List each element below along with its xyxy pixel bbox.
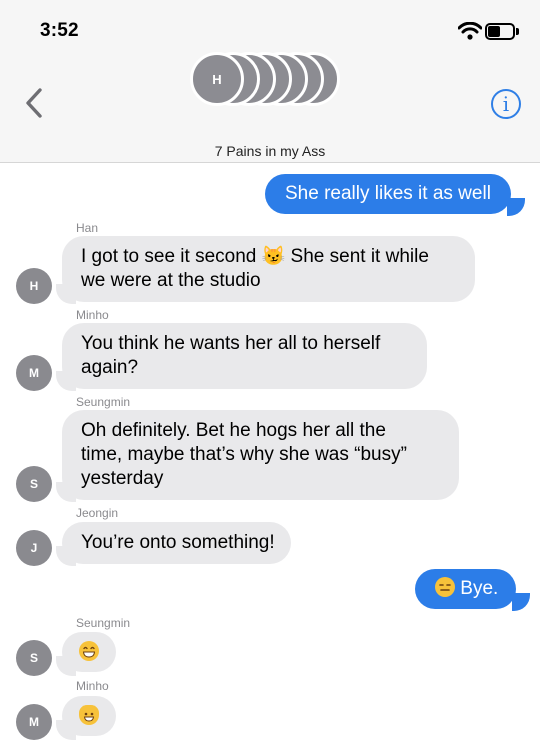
avatar[interactable]: S: [16, 640, 52, 676]
incoming-message[interactable]: You’re onto something!: [62, 522, 291, 564]
outgoing-message[interactable]: She really likes it as well: [265, 174, 511, 214]
wifi-icon: [458, 22, 482, 40]
sender-name: Jeongin: [76, 506, 119, 520]
incoming-message[interactable]: You think he wants her all to herself ag…: [62, 323, 427, 389]
message-line: Oh definitely. Bet he hogs her all the: [81, 420, 386, 441]
sender-name: Han: [76, 221, 99, 235]
message-line: we were at the studio: [81, 270, 261, 291]
info-button[interactable]: i: [491, 89, 521, 119]
battery-icon: [485, 23, 519, 40]
message-line: time, maybe that’s why she was “busy”: [81, 444, 407, 465]
grinning-face-icon: [79, 641, 99, 661]
message-line: yesterday: [81, 468, 164, 489]
message-text: Bye.: [460, 578, 499, 599]
avatar[interactable]: H: [16, 268, 52, 304]
group-avatar-stack[interactable]: H: [190, 52, 350, 106]
sender-name: Seungmin: [76, 395, 131, 409]
avatar[interactable]: M: [16, 704, 52, 740]
message-line: You think he wants her all to herself: [81, 333, 381, 354]
member-avatar-front: H: [190, 52, 244, 106]
outgoing-message[interactable]: Bye.: [415, 569, 517, 609]
message-line: again?: [81, 357, 139, 378]
incoming-emoji-message[interactable]: [62, 632, 116, 672]
expressionless-face-icon: [435, 577, 455, 597]
conversation-header: 3:52 i H 7 Pains in my Ass: [0, 0, 540, 163]
sender-name: Minho: [76, 308, 109, 322]
back-chevron-icon[interactable]: [22, 87, 46, 119]
sender-name: Minho: [76, 679, 109, 693]
grinning-cat-face-icon: [79, 705, 99, 725]
status-time: 3:52: [40, 20, 79, 41]
incoming-emoji-message[interactable]: [62, 696, 116, 736]
message-line: I got to see it second 😼 She sent it whi…: [81, 246, 429, 267]
incoming-message[interactable]: Oh definitely. Bet he hogs her all the t…: [62, 410, 459, 500]
avatar[interactable]: S: [16, 466, 52, 502]
avatar[interactable]: M: [16, 355, 52, 391]
group-name[interactable]: 7 Pains in my Ass: [0, 143, 540, 159]
sender-name: Seungmin: [76, 616, 131, 630]
avatar[interactable]: J: [16, 530, 52, 566]
incoming-message[interactable]: I got to see it second 😼 She sent it whi…: [62, 236, 475, 302]
